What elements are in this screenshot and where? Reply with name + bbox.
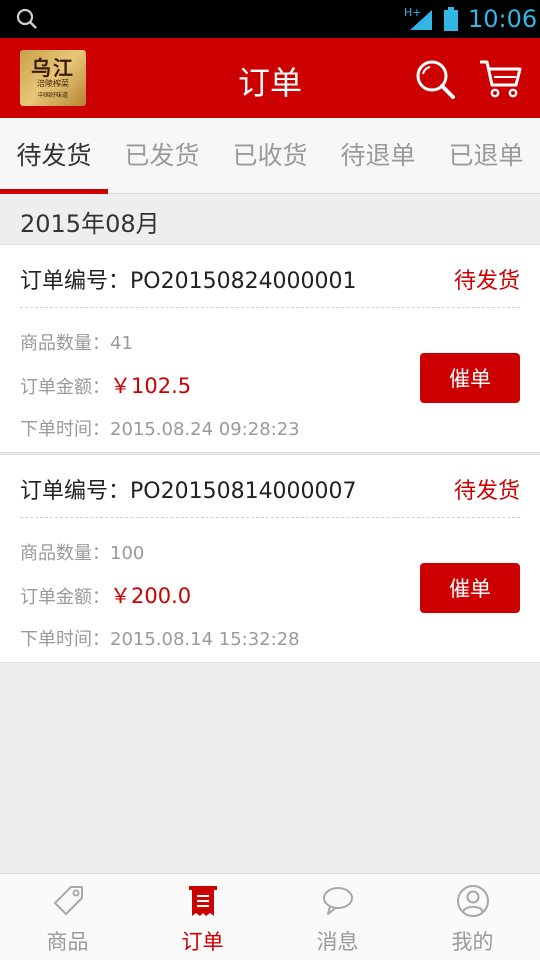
receipt-icon bbox=[188, 886, 217, 916]
app-header: 乌江 涪陵榨菜 中国好味道 订单 bbox=[0, 38, 540, 118]
quantity-value: 41 bbox=[110, 333, 133, 354]
amount-value: ￥200.0 bbox=[110, 584, 192, 608]
tab-received[interactable]: 已收货 bbox=[216, 118, 324, 194]
cart-icon[interactable] bbox=[478, 58, 522, 98]
order-status: 待发货 bbox=[453, 479, 520, 504]
chat-bubble-icon bbox=[322, 887, 353, 915]
nav-profile[interactable]: 我的 bbox=[405, 874, 540, 960]
divider bbox=[20, 517, 520, 518]
time-value: 2015.08.14 15:32:28 bbox=[110, 629, 300, 650]
order-time-row: 下单时间：2015.08.24 09:28:23 bbox=[20, 415, 300, 441]
quantity-row: 商品数量：41 bbox=[20, 329, 133, 355]
amount-row: 订单金额：￥102.5 bbox=[20, 370, 191, 400]
nav-products[interactable]: 商品 bbox=[0, 874, 135, 960]
quantity-label: 商品数量： bbox=[20, 333, 110, 354]
divider bbox=[20, 307, 520, 308]
amount-value: ￥102.5 bbox=[110, 374, 192, 398]
tab-returned[interactable]: 已退单 bbox=[432, 118, 540, 194]
order-status: 待发货 bbox=[453, 269, 520, 294]
user-icon bbox=[456, 885, 489, 917]
order-status-tabs: 待发货 已发货 已收货 待退单 已退单 bbox=[0, 118, 540, 194]
page-title: 订单 bbox=[237, 64, 302, 102]
status-bar: H+ 10:06 bbox=[0, 0, 540, 38]
month-header: 2015年08月 bbox=[20, 210, 160, 238]
signal-icon bbox=[410, 10, 432, 30]
order-card[interactable]: 订单编号：PO20150824000001 待发货 商品数量：41 订单金额：￥… bbox=[0, 244, 540, 453]
search-icon bbox=[16, 8, 37, 29]
order-time-row: 下单时间：2015.08.14 15:32:28 bbox=[20, 625, 300, 651]
clock: 10:06 bbox=[468, 5, 538, 33]
nav-label: 我的 bbox=[451, 930, 494, 954]
tag-icon bbox=[53, 886, 83, 915]
amount-row: 订单金额：￥200.0 bbox=[20, 580, 191, 610]
nav-label: 订单 bbox=[181, 930, 224, 954]
tab-pending-shipment[interactable]: 待发货 bbox=[0, 118, 108, 194]
nav-messages[interactable]: 消息 bbox=[270, 874, 405, 960]
search-icon[interactable] bbox=[414, 58, 456, 100]
tab-shipped[interactable]: 已发货 bbox=[108, 118, 216, 194]
time-value: 2015.08.24 09:28:23 bbox=[110, 419, 300, 440]
nav-orders[interactable]: 订单 bbox=[135, 874, 270, 960]
tab-pending-return[interactable]: 待退单 bbox=[324, 118, 432, 194]
quantity-value: 100 bbox=[110, 543, 145, 564]
remind-button[interactable]: 催单 bbox=[420, 563, 520, 613]
amount-label: 订单金额： bbox=[20, 377, 110, 398]
amount-label: 订单金额： bbox=[20, 587, 110, 608]
quantity-label: 商品数量： bbox=[20, 543, 110, 564]
order-number: 订单编号：PO20150814000007 bbox=[20, 479, 357, 504]
nav-label: 消息 bbox=[316, 930, 359, 954]
remind-button[interactable]: 催单 bbox=[420, 353, 520, 403]
bottom-navigation: 商品 订单 消息 我的 bbox=[0, 873, 540, 960]
order-card[interactable]: 订单编号：PO20150814000007 待发货 商品数量：100 订单金额：… bbox=[0, 454, 540, 663]
battery-icon bbox=[444, 7, 458, 31]
nav-label: 商品 bbox=[46, 930, 89, 954]
quantity-row: 商品数量：100 bbox=[20, 539, 144, 565]
time-label: 下单时间： bbox=[20, 629, 110, 650]
time-label: 下单时间： bbox=[20, 419, 110, 440]
order-number: 订单编号：PO20150824000001 bbox=[20, 269, 357, 294]
